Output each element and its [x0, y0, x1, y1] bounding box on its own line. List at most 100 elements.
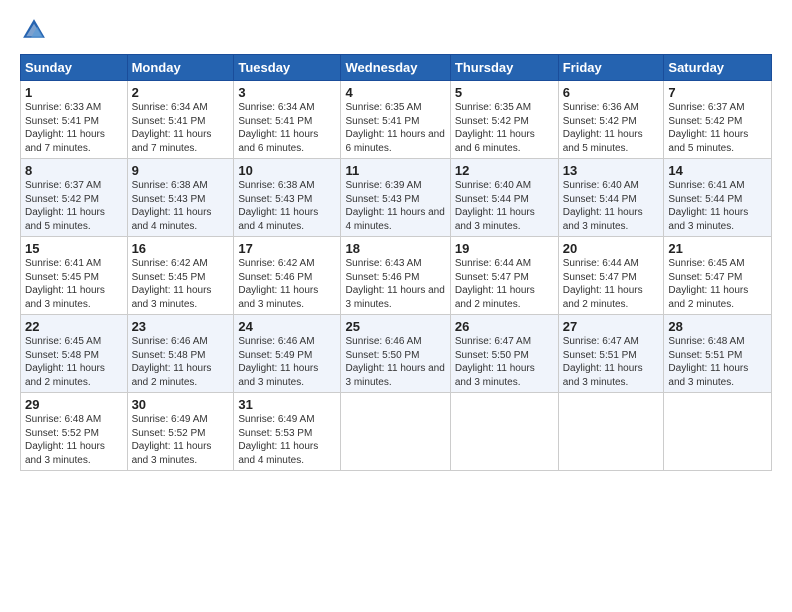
cell-sunrise: Sunrise: 6:38 AMSunset: 5:43 PMDaylight:… [238, 180, 318, 232]
cell-sunrise: Sunrise: 6:41 AMSunset: 5:44 PMDaylight:… [668, 180, 748, 232]
calendar-header-row: SundayMondayTuesdayWednesdayThursdayFrid… [21, 55, 772, 81]
day-number: 25 [345, 319, 445, 334]
calendar-cell-8: 8 Sunrise: 6:37 AMSunset: 5:42 PMDayligh… [21, 159, 128, 237]
cell-sunrise: Sunrise: 6:35 AMSunset: 5:41 PMDaylight:… [345, 102, 444, 154]
calendar-cell-17: 17 Sunrise: 6:42 AMSunset: 5:46 PMDaylig… [234, 237, 341, 315]
day-number: 22 [25, 319, 123, 334]
calendar-cell-23: 23 Sunrise: 6:46 AMSunset: 5:48 PMDaylig… [127, 315, 234, 393]
week-row-4: 22 Sunrise: 6:45 AMSunset: 5:48 PMDaylig… [21, 315, 772, 393]
day-number: 16 [132, 241, 230, 256]
day-number: 24 [238, 319, 336, 334]
day-number: 9 [132, 163, 230, 178]
cell-sunrise: Sunrise: 6:33 AMSunset: 5:41 PMDaylight:… [25, 102, 105, 154]
empty-cell [450, 393, 558, 471]
week-row-1: 1 Sunrise: 6:33 AMSunset: 5:41 PMDayligh… [21, 81, 772, 159]
cell-sunrise: Sunrise: 6:46 AMSunset: 5:50 PMDaylight:… [345, 336, 444, 388]
cell-sunrise: Sunrise: 6:49 AMSunset: 5:53 PMDaylight:… [238, 414, 318, 466]
logo [20, 16, 52, 44]
calendar-cell-2: 2 Sunrise: 6:34 AMSunset: 5:41 PMDayligh… [127, 81, 234, 159]
day-number: 27 [563, 319, 660, 334]
empty-cell [664, 393, 772, 471]
page: SundayMondayTuesdayWednesdayThursdayFrid… [0, 0, 792, 612]
calendar-cell-9: 9 Sunrise: 6:38 AMSunset: 5:43 PMDayligh… [127, 159, 234, 237]
calendar-cell-3: 3 Sunrise: 6:34 AMSunset: 5:41 PMDayligh… [234, 81, 341, 159]
day-of-week-tuesday: Tuesday [234, 55, 341, 81]
day-of-week-friday: Friday [558, 55, 664, 81]
calendar-cell-16: 16 Sunrise: 6:42 AMSunset: 5:45 PMDaylig… [127, 237, 234, 315]
cell-sunrise: Sunrise: 6:46 AMSunset: 5:48 PMDaylight:… [132, 336, 212, 388]
day-number: 26 [455, 319, 554, 334]
cell-sunrise: Sunrise: 6:40 AMSunset: 5:44 PMDaylight:… [455, 180, 535, 232]
day-number: 10 [238, 163, 336, 178]
week-row-5: 29 Sunrise: 6:48 AMSunset: 5:52 PMDaylig… [21, 393, 772, 471]
header [20, 16, 772, 44]
cell-sunrise: Sunrise: 6:40 AMSunset: 5:44 PMDaylight:… [563, 180, 643, 232]
cell-sunrise: Sunrise: 6:46 AMSunset: 5:49 PMDaylight:… [238, 336, 318, 388]
calendar-cell-20: 20 Sunrise: 6:44 AMSunset: 5:47 PMDaylig… [558, 237, 664, 315]
day-number: 6 [563, 85, 660, 100]
calendar-cell-7: 7 Sunrise: 6:37 AMSunset: 5:42 PMDayligh… [664, 81, 772, 159]
day-number: 30 [132, 397, 230, 412]
calendar-table: SundayMondayTuesdayWednesdayThursdayFrid… [20, 54, 772, 471]
cell-sunrise: Sunrise: 6:48 AMSunset: 5:52 PMDaylight:… [25, 414, 105, 466]
calendar-cell-4: 4 Sunrise: 6:35 AMSunset: 5:41 PMDayligh… [341, 81, 450, 159]
cell-sunrise: Sunrise: 6:43 AMSunset: 5:46 PMDaylight:… [345, 258, 444, 310]
calendar-cell-1: 1 Sunrise: 6:33 AMSunset: 5:41 PMDayligh… [21, 81, 128, 159]
day-number: 3 [238, 85, 336, 100]
day-number: 8 [25, 163, 123, 178]
calendar-cell-24: 24 Sunrise: 6:46 AMSunset: 5:49 PMDaylig… [234, 315, 341, 393]
day-number: 21 [668, 241, 767, 256]
cell-sunrise: Sunrise: 6:35 AMSunset: 5:42 PMDaylight:… [455, 102, 535, 154]
calendar-cell-27: 27 Sunrise: 6:47 AMSunset: 5:51 PMDaylig… [558, 315, 664, 393]
calendar-cell-25: 25 Sunrise: 6:46 AMSunset: 5:50 PMDaylig… [341, 315, 450, 393]
cell-sunrise: Sunrise: 6:34 AMSunset: 5:41 PMDaylight:… [238, 102, 318, 154]
cell-sunrise: Sunrise: 6:42 AMSunset: 5:46 PMDaylight:… [238, 258, 318, 310]
day-number: 15 [25, 241, 123, 256]
day-number: 14 [668, 163, 767, 178]
day-of-week-wednesday: Wednesday [341, 55, 450, 81]
calendar-cell-29: 29 Sunrise: 6:48 AMSunset: 5:52 PMDaylig… [21, 393, 128, 471]
calendar-cell-11: 11 Sunrise: 6:39 AMSunset: 5:43 PMDaylig… [341, 159, 450, 237]
calendar-cell-15: 15 Sunrise: 6:41 AMSunset: 5:45 PMDaylig… [21, 237, 128, 315]
day-number: 19 [455, 241, 554, 256]
calendar-cell-28: 28 Sunrise: 6:48 AMSunset: 5:51 PMDaylig… [664, 315, 772, 393]
cell-sunrise: Sunrise: 6:47 AMSunset: 5:51 PMDaylight:… [563, 336, 643, 388]
cell-sunrise: Sunrise: 6:41 AMSunset: 5:45 PMDaylight:… [25, 258, 105, 310]
cell-sunrise: Sunrise: 6:38 AMSunset: 5:43 PMDaylight:… [132, 180, 212, 232]
day-number: 23 [132, 319, 230, 334]
logo-icon [20, 16, 48, 44]
day-number: 29 [25, 397, 123, 412]
calendar-cell-30: 30 Sunrise: 6:49 AMSunset: 5:52 PMDaylig… [127, 393, 234, 471]
cell-sunrise: Sunrise: 6:42 AMSunset: 5:45 PMDaylight:… [132, 258, 212, 310]
week-row-3: 15 Sunrise: 6:41 AMSunset: 5:45 PMDaylig… [21, 237, 772, 315]
calendar-cell-6: 6 Sunrise: 6:36 AMSunset: 5:42 PMDayligh… [558, 81, 664, 159]
day-of-week-monday: Monday [127, 55, 234, 81]
empty-cell [341, 393, 450, 471]
cell-sunrise: Sunrise: 6:34 AMSunset: 5:41 PMDaylight:… [132, 102, 212, 154]
day-of-week-thursday: Thursday [450, 55, 558, 81]
cell-sunrise: Sunrise: 6:36 AMSunset: 5:42 PMDaylight:… [563, 102, 643, 154]
cell-sunrise: Sunrise: 6:45 AMSunset: 5:48 PMDaylight:… [25, 336, 105, 388]
day-number: 12 [455, 163, 554, 178]
day-number: 31 [238, 397, 336, 412]
cell-sunrise: Sunrise: 6:47 AMSunset: 5:50 PMDaylight:… [455, 336, 535, 388]
calendar-cell-18: 18 Sunrise: 6:43 AMSunset: 5:46 PMDaylig… [341, 237, 450, 315]
cell-sunrise: Sunrise: 6:39 AMSunset: 5:43 PMDaylight:… [345, 180, 444, 232]
calendar-cell-22: 22 Sunrise: 6:45 AMSunset: 5:48 PMDaylig… [21, 315, 128, 393]
empty-cell [558, 393, 664, 471]
cell-sunrise: Sunrise: 6:37 AMSunset: 5:42 PMDaylight:… [668, 102, 748, 154]
cell-sunrise: Sunrise: 6:45 AMSunset: 5:47 PMDaylight:… [668, 258, 748, 310]
day-number: 18 [345, 241, 445, 256]
calendar-cell-19: 19 Sunrise: 6:44 AMSunset: 5:47 PMDaylig… [450, 237, 558, 315]
week-row-2: 8 Sunrise: 6:37 AMSunset: 5:42 PMDayligh… [21, 159, 772, 237]
calendar-cell-5: 5 Sunrise: 6:35 AMSunset: 5:42 PMDayligh… [450, 81, 558, 159]
cell-sunrise: Sunrise: 6:49 AMSunset: 5:52 PMDaylight:… [132, 414, 212, 466]
cell-sunrise: Sunrise: 6:44 AMSunset: 5:47 PMDaylight:… [563, 258, 643, 310]
cell-sunrise: Sunrise: 6:48 AMSunset: 5:51 PMDaylight:… [668, 336, 748, 388]
day-number: 17 [238, 241, 336, 256]
cell-sunrise: Sunrise: 6:37 AMSunset: 5:42 PMDaylight:… [25, 180, 105, 232]
day-of-week-sunday: Sunday [21, 55, 128, 81]
day-number: 5 [455, 85, 554, 100]
calendar-cell-12: 12 Sunrise: 6:40 AMSunset: 5:44 PMDaylig… [450, 159, 558, 237]
day-number: 1 [25, 85, 123, 100]
